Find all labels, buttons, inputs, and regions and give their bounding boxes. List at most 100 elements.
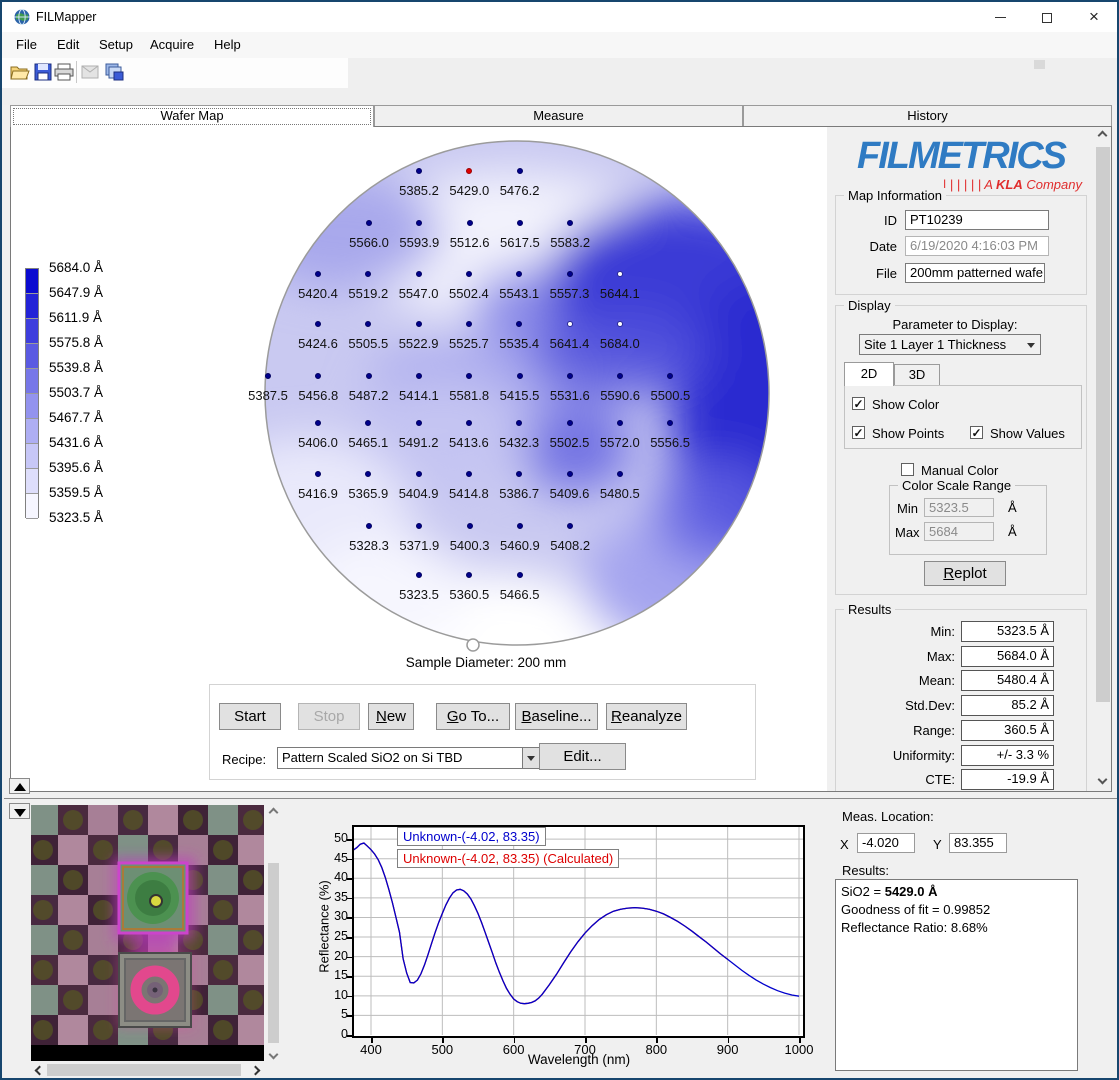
wafer-point-value: 5429.0 bbox=[443, 183, 495, 198]
wafer-point-dot[interactable] bbox=[567, 373, 573, 379]
camera-scroll-right-icon[interactable] bbox=[251, 1066, 261, 1076]
manual-color-checkbox[interactable] bbox=[901, 463, 914, 476]
wafer-point-dot[interactable] bbox=[416, 420, 422, 426]
recipe-dropdown-arrow[interactable] bbox=[522, 748, 539, 768]
wafer-point-dot[interactable] bbox=[315, 321, 321, 327]
expand-panel-button[interactable] bbox=[9, 803, 30, 819]
file-field[interactable]: 200mm patterned wafe bbox=[905, 263, 1045, 283]
wafer-point-dot[interactable] bbox=[517, 523, 523, 529]
camera-view[interactable] bbox=[31, 805, 264, 1061]
wafer-point-dot[interactable] bbox=[416, 471, 422, 477]
wafer-point-dot[interactable] bbox=[617, 471, 623, 477]
wafer-point-dot[interactable] bbox=[315, 420, 321, 426]
maximize-button[interactable] bbox=[1024, 2, 1070, 32]
wafer-point-dot[interactable] bbox=[617, 321, 623, 327]
menu-item-setup[interactable]: Setup bbox=[99, 37, 133, 52]
wafer-point-dot[interactable] bbox=[517, 168, 523, 174]
wafer-point-dot[interactable] bbox=[466, 321, 472, 327]
y-tick-mark bbox=[347, 839, 352, 841]
wafer-point-dot[interactable] bbox=[467, 220, 473, 226]
wafer-point-dot[interactable] bbox=[567, 271, 573, 277]
parameter-dropdown-arrow[interactable] bbox=[1023, 335, 1040, 354]
result-field: 5323.5 Å bbox=[961, 621, 1054, 642]
recipe-combobox[interactable]: Pattern Scaled SiO2 on Si TBD bbox=[277, 747, 540, 769]
wafer-point-dot[interactable] bbox=[517, 572, 523, 578]
print-icon[interactable] bbox=[54, 63, 74, 81]
wafer-point-value: 5543.1 bbox=[493, 286, 545, 301]
minimize-button[interactable] bbox=[977, 2, 1023, 32]
new-button[interactable]: New bbox=[368, 703, 414, 730]
id-field[interactable]: PT10239 bbox=[905, 210, 1049, 230]
scroll-up-icon[interactable] bbox=[1098, 131, 1108, 141]
wafer-point-dot[interactable] bbox=[366, 523, 372, 529]
camera-hscrollbar[interactable] bbox=[31, 1063, 264, 1077]
camera-scroll-down-icon[interactable] bbox=[269, 1050, 279, 1060]
wafer-point-dot[interactable] bbox=[617, 420, 623, 426]
wafer-point-dot[interactable] bbox=[315, 271, 321, 277]
menu-item-acquire[interactable]: Acquire bbox=[150, 37, 194, 52]
scrollbar-thumb[interactable] bbox=[1096, 147, 1110, 702]
copy-save-icon[interactable] bbox=[105, 63, 125, 81]
wafer-point-dot[interactable] bbox=[416, 168, 422, 174]
wafer-point-value: 5365.9 bbox=[342, 486, 394, 501]
wafer-point-dot[interactable] bbox=[567, 420, 573, 426]
tab-history[interactable]: History bbox=[743, 105, 1112, 126]
wafer-point-value: 5502.5 bbox=[544, 435, 596, 450]
y-tick-label: 45 bbox=[318, 851, 348, 865]
close-button[interactable]: × bbox=[1071, 2, 1117, 32]
wafer-point-dot[interactable] bbox=[517, 373, 523, 379]
go-to-button[interactable]: Go To... bbox=[436, 703, 510, 730]
camera-scroll-up-icon[interactable] bbox=[269, 808, 279, 818]
color-scale-range-groupbox: Color Scale Range bbox=[889, 485, 1047, 555]
tab-2d[interactable]: 2D bbox=[844, 362, 894, 386]
wafer-point-dot[interactable] bbox=[467, 523, 473, 529]
show-points-checkbox[interactable]: ✓ bbox=[852, 426, 865, 439]
collapse-panel-button[interactable] bbox=[9, 778, 30, 794]
result-label: Mean: bbox=[845, 673, 955, 688]
wafer-point-dot[interactable] bbox=[416, 572, 422, 578]
panel-scrollbar[interactable] bbox=[1095, 127, 1111, 791]
wafer-point-dot[interactable] bbox=[466, 471, 472, 477]
wafer-point-dot[interactable] bbox=[416, 373, 422, 379]
tab-wafer-map[interactable]: Wafer Map bbox=[10, 105, 374, 127]
save-icon[interactable] bbox=[33, 63, 53, 81]
camera-scroll-left-icon[interactable] bbox=[35, 1066, 45, 1076]
baseline-button[interactable]: Baseline... bbox=[515, 703, 598, 730]
wafer-point-dot[interactable] bbox=[617, 271, 623, 277]
wafer-point-dot[interactable] bbox=[416, 321, 422, 327]
start-button[interactable]: Start bbox=[219, 703, 281, 730]
edit-recipe-button[interactable]: Edit... bbox=[539, 743, 626, 770]
show-color-checkbox[interactable]: ✓ bbox=[852, 397, 865, 410]
scroll-down-icon[interactable] bbox=[1098, 775, 1108, 785]
wafer-point-dot[interactable] bbox=[366, 220, 372, 226]
wafer-point-dot[interactable] bbox=[416, 271, 422, 277]
menu-item-help[interactable]: Help bbox=[214, 37, 241, 52]
camera-vscrollbar[interactable] bbox=[266, 805, 281, 1061]
menu-item-file[interactable]: File bbox=[16, 37, 37, 52]
wafer-point-dot[interactable] bbox=[366, 373, 372, 379]
wafer-point-dot[interactable] bbox=[517, 220, 523, 226]
menu-item-edit[interactable]: Edit bbox=[57, 37, 79, 52]
reanalyze-button[interactable]: Reanalyze bbox=[606, 703, 687, 730]
parameter-combobox[interactable]: Site 1 Layer 1 Thickness bbox=[859, 334, 1041, 355]
wafer-point-dot[interactable] bbox=[567, 471, 573, 477]
wafer-point-value: 5323.5 bbox=[393, 587, 445, 602]
wafer-point-value: 5465.1 bbox=[342, 435, 394, 450]
wafer-point-dot[interactable] bbox=[265, 373, 271, 379]
point-results-box[interactable]: SiO2 = 5429.0 Å Goodness of fit = 0.9985… bbox=[835, 879, 1078, 1071]
wafer-point-value: 5415.5 bbox=[494, 388, 546, 403]
y-tick-label: 20 bbox=[318, 949, 348, 963]
show-values-checkbox[interactable]: ✓ bbox=[970, 426, 983, 439]
tab-measure[interactable]: Measure bbox=[374, 105, 743, 126]
wafer-point-dot[interactable] bbox=[315, 471, 321, 477]
y-tick-label: 30 bbox=[318, 909, 348, 923]
open-file-icon[interactable] bbox=[10, 63, 30, 81]
wafer-point-dot[interactable] bbox=[466, 271, 472, 277]
wafer-point-dot[interactable] bbox=[466, 420, 472, 426]
wafer-point-dot[interactable] bbox=[567, 321, 573, 327]
x-field[interactable]: -4.020 bbox=[857, 833, 915, 853]
x-tick-label: 500 bbox=[422, 1042, 462, 1057]
replot-button[interactable]: Replot bbox=[924, 561, 1006, 586]
y-field[interactable]: 83.355 bbox=[949, 833, 1007, 853]
tab-3d[interactable]: 3D bbox=[894, 364, 940, 386]
